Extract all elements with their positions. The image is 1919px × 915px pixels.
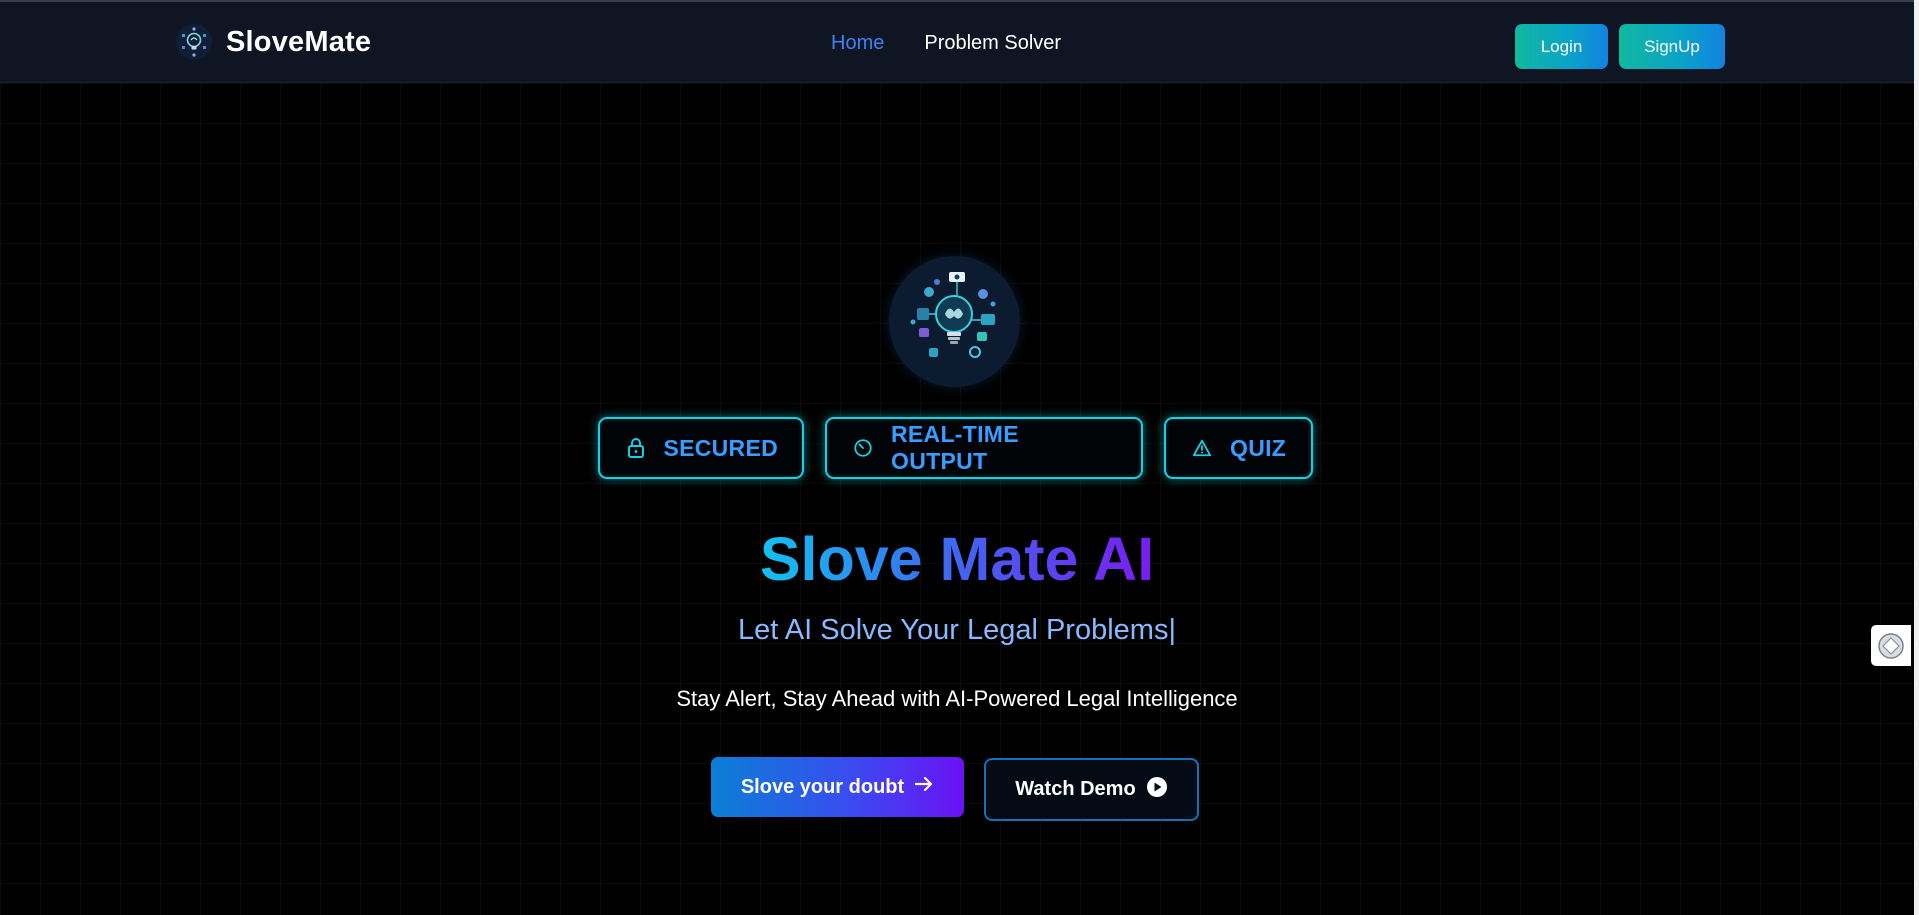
demo-label: Watch Demo: [1015, 778, 1136, 800]
play-circle-icon: [1146, 776, 1168, 804]
warning-triangle-icon: [1192, 437, 1212, 459]
brand[interactable]: SloveMate: [176, 24, 371, 60]
watch-demo-button[interactable]: Watch Demo: [984, 758, 1199, 821]
assistant-widget-icon[interactable]: [1871, 625, 1911, 666]
nav-link-problem-solver[interactable]: Problem Solver: [924, 32, 1061, 55]
nav-links: Home Problem Solver: [831, 32, 1061, 55]
lock-icon: [626, 437, 645, 459]
badge-real-time-output: REAL-TIME OUTPUT: [825, 417, 1143, 479]
brand-title: SloveMate: [226, 25, 372, 58]
feature-badges: SECURED REAL-TIME OUTPUT QUIZ: [598, 417, 1313, 479]
cta-label: Slove your doubt: [740, 775, 905, 798]
hero-subtitle: Let AI Solve Your Legal Problems|: [738, 614, 1176, 646]
badge-label: REAL-TIME OUTPUT: [891, 421, 1019, 474]
login-button[interactable]: Login: [1515, 24, 1608, 69]
signup-button[interactable]: SignUp: [1619, 24, 1725, 69]
badge-quiz: QUIZ: [1164, 417, 1313, 479]
scrollbar[interactable]: [1914, 0, 1919, 915]
arrow-right-icon: [914, 775, 934, 799]
hero-title-text: Slove Mate AI: [759, 525, 1155, 593]
lightbulb-brain-circuit-icon: [889, 256, 1020, 387]
badge-label: QUIZ: [1230, 434, 1287, 461]
hero-title: Slove Mate AI: [0, 524, 1914, 594]
timer-icon: [853, 437, 873, 459]
auth-buttons: Login SignUp: [1515, 24, 1725, 69]
badge-secured: SECURED: [598, 417, 804, 479]
top-navbar: SloveMate Home Problem Solver Login Sign…: [0, 2, 1914, 83]
badge-label: SECURED: [663, 434, 778, 461]
lightbulb-brain-icon: [176, 24, 212, 60]
hero-description: Stay Alert, Stay Ahead with AI-Powered L…: [676, 686, 1238, 711]
nav-link-home[interactable]: Home: [831, 32, 884, 55]
slove-your-doubt-button[interactable]: Slove your doubt: [711, 757, 964, 817]
